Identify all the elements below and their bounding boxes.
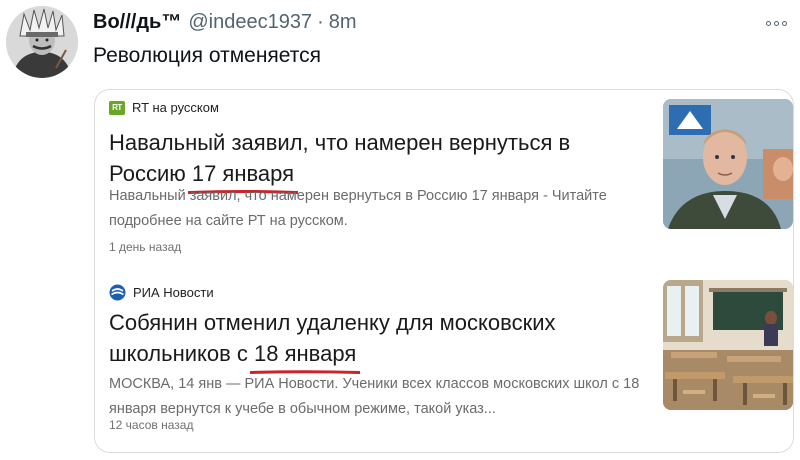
tweet-timestamp[interactable]: 8m	[329, 11, 357, 34]
rt-logo-icon: RT	[109, 100, 125, 115]
author-handle[interactable]: @indeec1937	[188, 11, 312, 34]
result-thumbnail[interactable]	[663, 99, 793, 229]
search-result[interactable]: RT RT на русском Навальный заявил, что н…	[95, 90, 793, 270]
portrait-photo-icon	[663, 99, 793, 229]
result-snippet: Навальный заявил, что намерен вернуться …	[109, 188, 607, 229]
more-dot-icon	[765, 20, 771, 26]
headline-date-text: 17 января	[191, 161, 295, 186]
author-name[interactable]: Во///дь™	[93, 11, 181, 34]
headline-text: Навальный заявил, что намерен вернуться …	[109, 130, 571, 186]
tweet-header: Во///дь™ @indeec1937 · 8m	[93, 11, 357, 37]
result-age: 12 часов назад	[109, 418, 194, 432]
result-source: RT RT на русском	[109, 100, 219, 115]
result-thumbnail[interactable]	[663, 280, 793, 410]
avatar-portrait-icon	[6, 6, 78, 78]
more-options-button[interactable]	[762, 14, 790, 32]
result-age: 1 день назад	[109, 240, 182, 254]
screenshot-card[interactable]: RT RT на русском Навальный заявил, что н…	[94, 89, 794, 453]
tweet-text: Революция отменяется	[93, 44, 322, 67]
result-source: РИА Новости	[109, 284, 214, 301]
tweet[interactable]: Во///дь™ @indeec1937 · 8m Революция отме…	[0, 0, 800, 460]
result-headline[interactable]: Собянин отменил удаленку для московских …	[109, 307, 639, 374]
more-dot-icon	[781, 20, 787, 26]
search-result[interactable]: РИА Новости Собянин отменил удаленку для…	[95, 273, 793, 452]
headline-date-text: 18 января	[254, 341, 357, 366]
source-name: RT на русском	[132, 100, 219, 115]
ria-logo-icon	[109, 284, 126, 301]
result-snippet: МОСКВА, 14 янв — РИА Новости. Ученики вс…	[109, 376, 640, 417]
source-name: РИА Новости	[133, 285, 214, 300]
avatar[interactable]	[6, 6, 78, 78]
separator-dot: ·	[317, 11, 324, 33]
classroom-photo-icon	[663, 280, 793, 410]
more-dot-icon	[773, 20, 779, 26]
headline-date: 18 января	[250, 338, 361, 374]
result-headline[interactable]: Навальный заявил, что намерен вернуться …	[109, 127, 639, 194]
